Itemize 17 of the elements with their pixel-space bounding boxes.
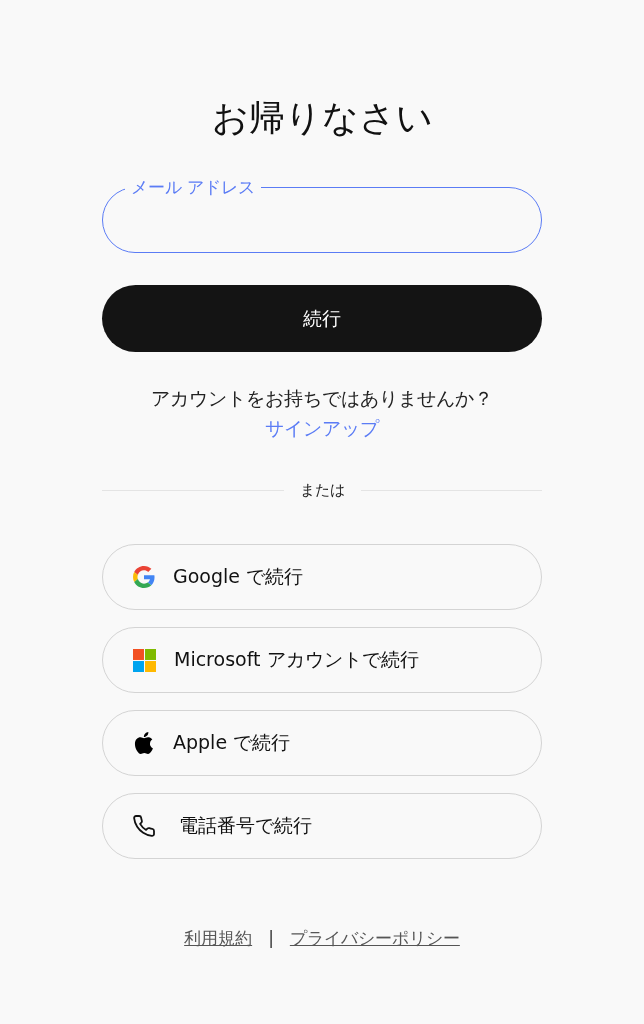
- footer-separator: |: [268, 928, 274, 948]
- windows-logo-icon: [133, 648, 156, 672]
- continue-button[interactable]: 続行: [102, 285, 542, 352]
- phone-icon: [133, 815, 155, 837]
- apple-logo-icon: [133, 732, 155, 754]
- signup-link[interactable]: サインアップ: [265, 417, 379, 439]
- google-logo-icon: [133, 566, 155, 588]
- signup-prompt: アカウントをお持ちではありませんか？ サインアップ: [150, 386, 494, 441]
- terms-link[interactable]: 利用規約: [184, 928, 253, 948]
- provider-button[interactable]: Google で続行: [102, 544, 542, 610]
- page-title: お帰りなさい: [210, 96, 434, 140]
- privacy-link[interactable]: プライバシーポリシー: [289, 928, 460, 948]
- provider-button[interactable]: Apple で続行: [102, 710, 542, 776]
- field-label: メール アドレス: [130, 176, 257, 198]
- divider-label: または: [299, 480, 345, 500]
- provider-button[interactable]: 電話番号で続行: [102, 793, 542, 859]
- provider-button[interactable]: Microsoft アカウントで続行: [102, 627, 542, 693]
